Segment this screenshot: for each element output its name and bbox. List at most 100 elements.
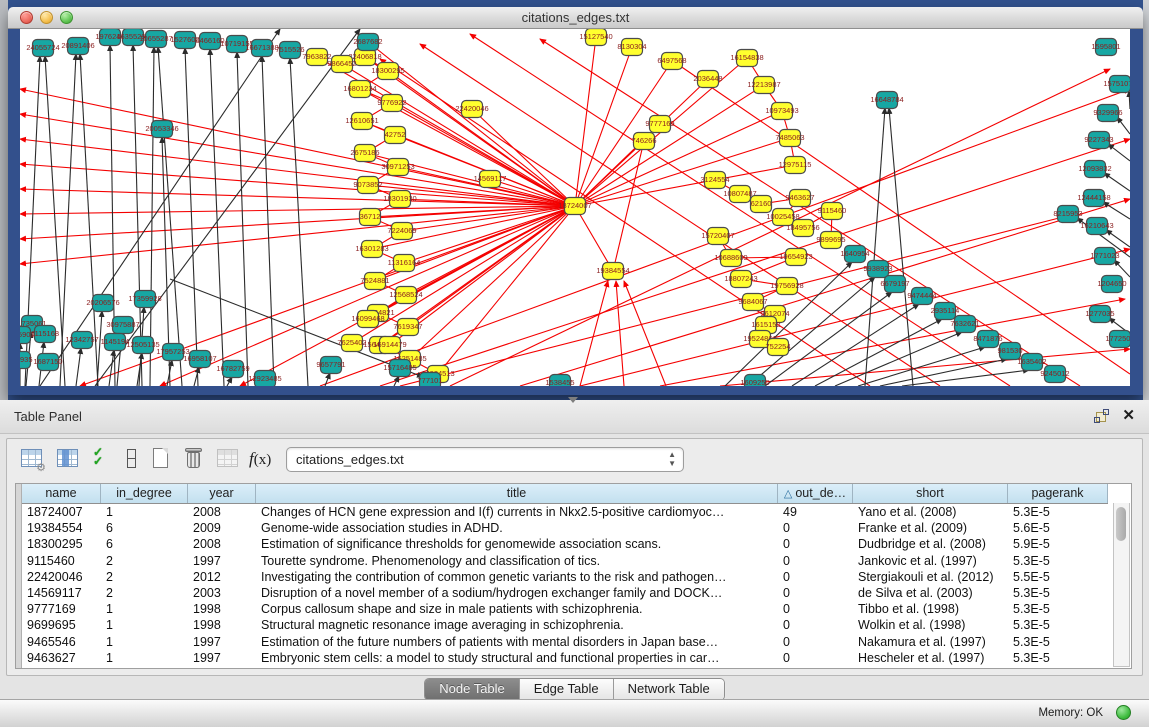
citation-network-graph[interactable]: 1872400716154838122139871097349374850631… [20,29,1130,386]
network-edge[interactable] [902,370,1029,386]
table-cell-short[interactable]: Jankovic et al. (1997) [853,553,1008,569]
table-panel-header[interactable]: Table Panel ✕ [0,400,1149,434]
table-cell-name[interactable]: 9465546 [22,634,101,650]
unselect-columns-button[interactable] [119,446,145,472]
table-cell-out_degree[interactable]: 49 [778,504,853,520]
network-edge[interactable] [402,206,575,231]
table-cell-year[interactable]: 1997 [188,553,256,569]
table-cell-title[interactable]: Estimation of the future numbers of pati… [256,634,778,650]
table-row[interactable]: 2242004622012Investigating the contribut… [22,569,1108,585]
table-cell-pagerank[interactable]: 5.3E-5 [1008,650,1108,666]
table-row[interactable]: 969969511998Structural magnetic resonanc… [22,617,1108,633]
table-row[interactable]: 911546021997Tourette syndrome. Phenomeno… [22,553,1108,569]
table-cell-short[interactable]: Franke et al. (2009) [853,520,1008,536]
network-edge[interactable] [1108,144,1130,161]
table-cell-year[interactable]: 1998 [188,617,256,633]
network-edge[interactable] [20,206,575,264]
select-columns-button[interactable] [55,446,81,472]
table-cell-in_degree[interactable]: 1 [101,650,188,666]
table-cell-out_degree[interactable]: 0 [778,634,853,650]
column-header-pagerank[interactable]: pagerank [1008,484,1108,503]
table-cell-title[interactable]: Genome-wide association studies in ADHD. [256,520,778,536]
table-cell-out_degree[interactable]: 0 [778,601,853,617]
table-cell-name[interactable]: 18724007 [22,504,101,520]
table-cell-year[interactable]: 1997 [188,634,256,650]
table-cell-year[interactable]: 2008 [188,504,256,520]
table-cell-short[interactable]: Hescheler et al. (1997) [853,650,1008,666]
network-edge[interactable] [185,48,198,386]
column-header-title[interactable]: title [256,484,778,503]
table-cell-in_degree[interactable]: 2 [101,585,188,601]
table-row[interactable]: 1456911722003Disruption of a novel membe… [22,585,1108,601]
float-panel-icon[interactable] [1094,409,1109,423]
table-cell-name[interactable]: 14569117 [22,585,101,601]
table-row[interactable]: 946362711997Embryonic stem cells: a mode… [22,650,1108,666]
table-cell-title[interactable]: Estimation of significance thresholds fo… [256,536,778,552]
table-row[interactable]: 977716911998Corpus callosum shape and si… [22,601,1108,617]
table-cell-pagerank[interactable]: 5.3E-5 [1008,634,1108,650]
network-edge[interactable] [1104,173,1130,191]
network-edge[interactable] [420,44,940,386]
table-cell-short[interactable]: Nakamura et al. (1997) [853,634,1008,650]
network-canvas[interactable]: 1872400716154838122139871097349374850631… [20,29,1130,386]
table-cell-in_degree[interactable]: 1 [101,634,188,650]
table-cell-pagerank[interactable]: 5.9E-5 [1008,536,1108,552]
tab-node-table[interactable]: Node Table [425,679,520,700]
table-cell-out_degree[interactable]: 0 [778,585,853,601]
function-builder-button[interactable]: f(x) [249,449,275,475]
network-edge[interactable] [880,359,1007,386]
table-cell-short[interactable]: Stergiakouli et al. (2012) [853,569,1008,585]
network-edge[interactable] [616,281,624,386]
table-cell-year[interactable]: 1998 [188,601,256,617]
table-cell-name[interactable]: 19384554 [22,520,101,536]
network-edge[interactable] [237,52,248,386]
table-cell-year[interactable]: 2003 [188,585,256,601]
table-cell-pagerank[interactable]: 5.3E-5 [1008,585,1108,601]
table-cell-in_degree[interactable]: 1 [101,601,188,617]
column-header-out_degree[interactable]: △out_de… [778,484,853,503]
table-cell-pagerank[interactable]: 5.6E-5 [1008,520,1108,536]
delete-column-button[interactable] [181,446,207,472]
network-edge[interactable] [97,311,102,386]
table-cell-name[interactable]: 22420046 [22,569,101,585]
network-edge[interactable] [227,377,232,386]
network-edge[interactable] [835,332,962,386]
table-cell-year[interactable]: 2012 [188,569,256,585]
network-edge[interactable] [160,206,575,386]
table-cell-in_degree[interactable]: 1 [101,504,188,520]
select-all-columns-button[interactable]: ✓✓ [93,448,119,474]
table-cell-in_degree[interactable]: 2 [101,553,188,569]
table-cell-title[interactable]: Investigating the contribution of common… [256,569,778,585]
network-edge[interactable] [400,217,1063,386]
table-cell-title[interactable]: Corpus callosum shape and size in male p… [256,601,778,617]
network-edge[interactable] [262,56,274,386]
close-panel-icon[interactable]: ✕ [1122,406,1135,424]
network-edge[interactable] [76,348,81,386]
table-cell-out_degree[interactable]: 0 [778,536,853,552]
network-edge[interactable] [889,108,913,386]
table-row[interactable]: 1872400712008Changes of HCN gene express… [22,504,1108,520]
table-cell-short[interactable]: Tibbo et al. (1998) [853,601,1008,617]
table-cell-short[interactable]: Wolkin et al. (1998) [853,617,1008,633]
network-edge[interactable] [158,47,182,386]
table-row[interactable]: 946554611997Estimation of the future num… [22,634,1108,650]
network-edge[interactable] [575,206,613,271]
network-edge[interactable] [575,37,596,206]
network-edge[interactable] [1129,91,1130,109]
table-cell-in_degree[interactable]: 6 [101,520,188,536]
table-cell-short[interactable]: de Silva et al. (2003) [853,585,1008,601]
table-cell-title[interactable]: Embryonic stem cells: a model to study s… [256,650,778,666]
table-cell-pagerank[interactable]: 5.3E-5 [1008,553,1108,569]
table-cell-pagerank[interactable]: 5.3E-5 [1008,504,1108,520]
table-cell-in_degree[interactable]: 1 [101,617,188,633]
table-cell-title[interactable]: Tourette syndrome. Phenomenology and cla… [256,553,778,569]
network-edge[interactable] [1114,260,1130,277]
table-cell-out_degree[interactable]: 0 [778,617,853,633]
table-cell-name[interactable]: 9463627 [22,650,101,666]
table-cell-out_degree[interactable]: 0 [778,650,853,666]
table-cell-out_degree[interactable]: 0 [778,520,853,536]
table-cell-pagerank[interactable]: 5.3E-5 [1008,617,1108,633]
network-window-titlebar[interactable]: citations_edges.txt [8,7,1143,29]
network-edge[interactable] [1103,202,1130,219]
network-edge[interactable] [133,45,142,386]
